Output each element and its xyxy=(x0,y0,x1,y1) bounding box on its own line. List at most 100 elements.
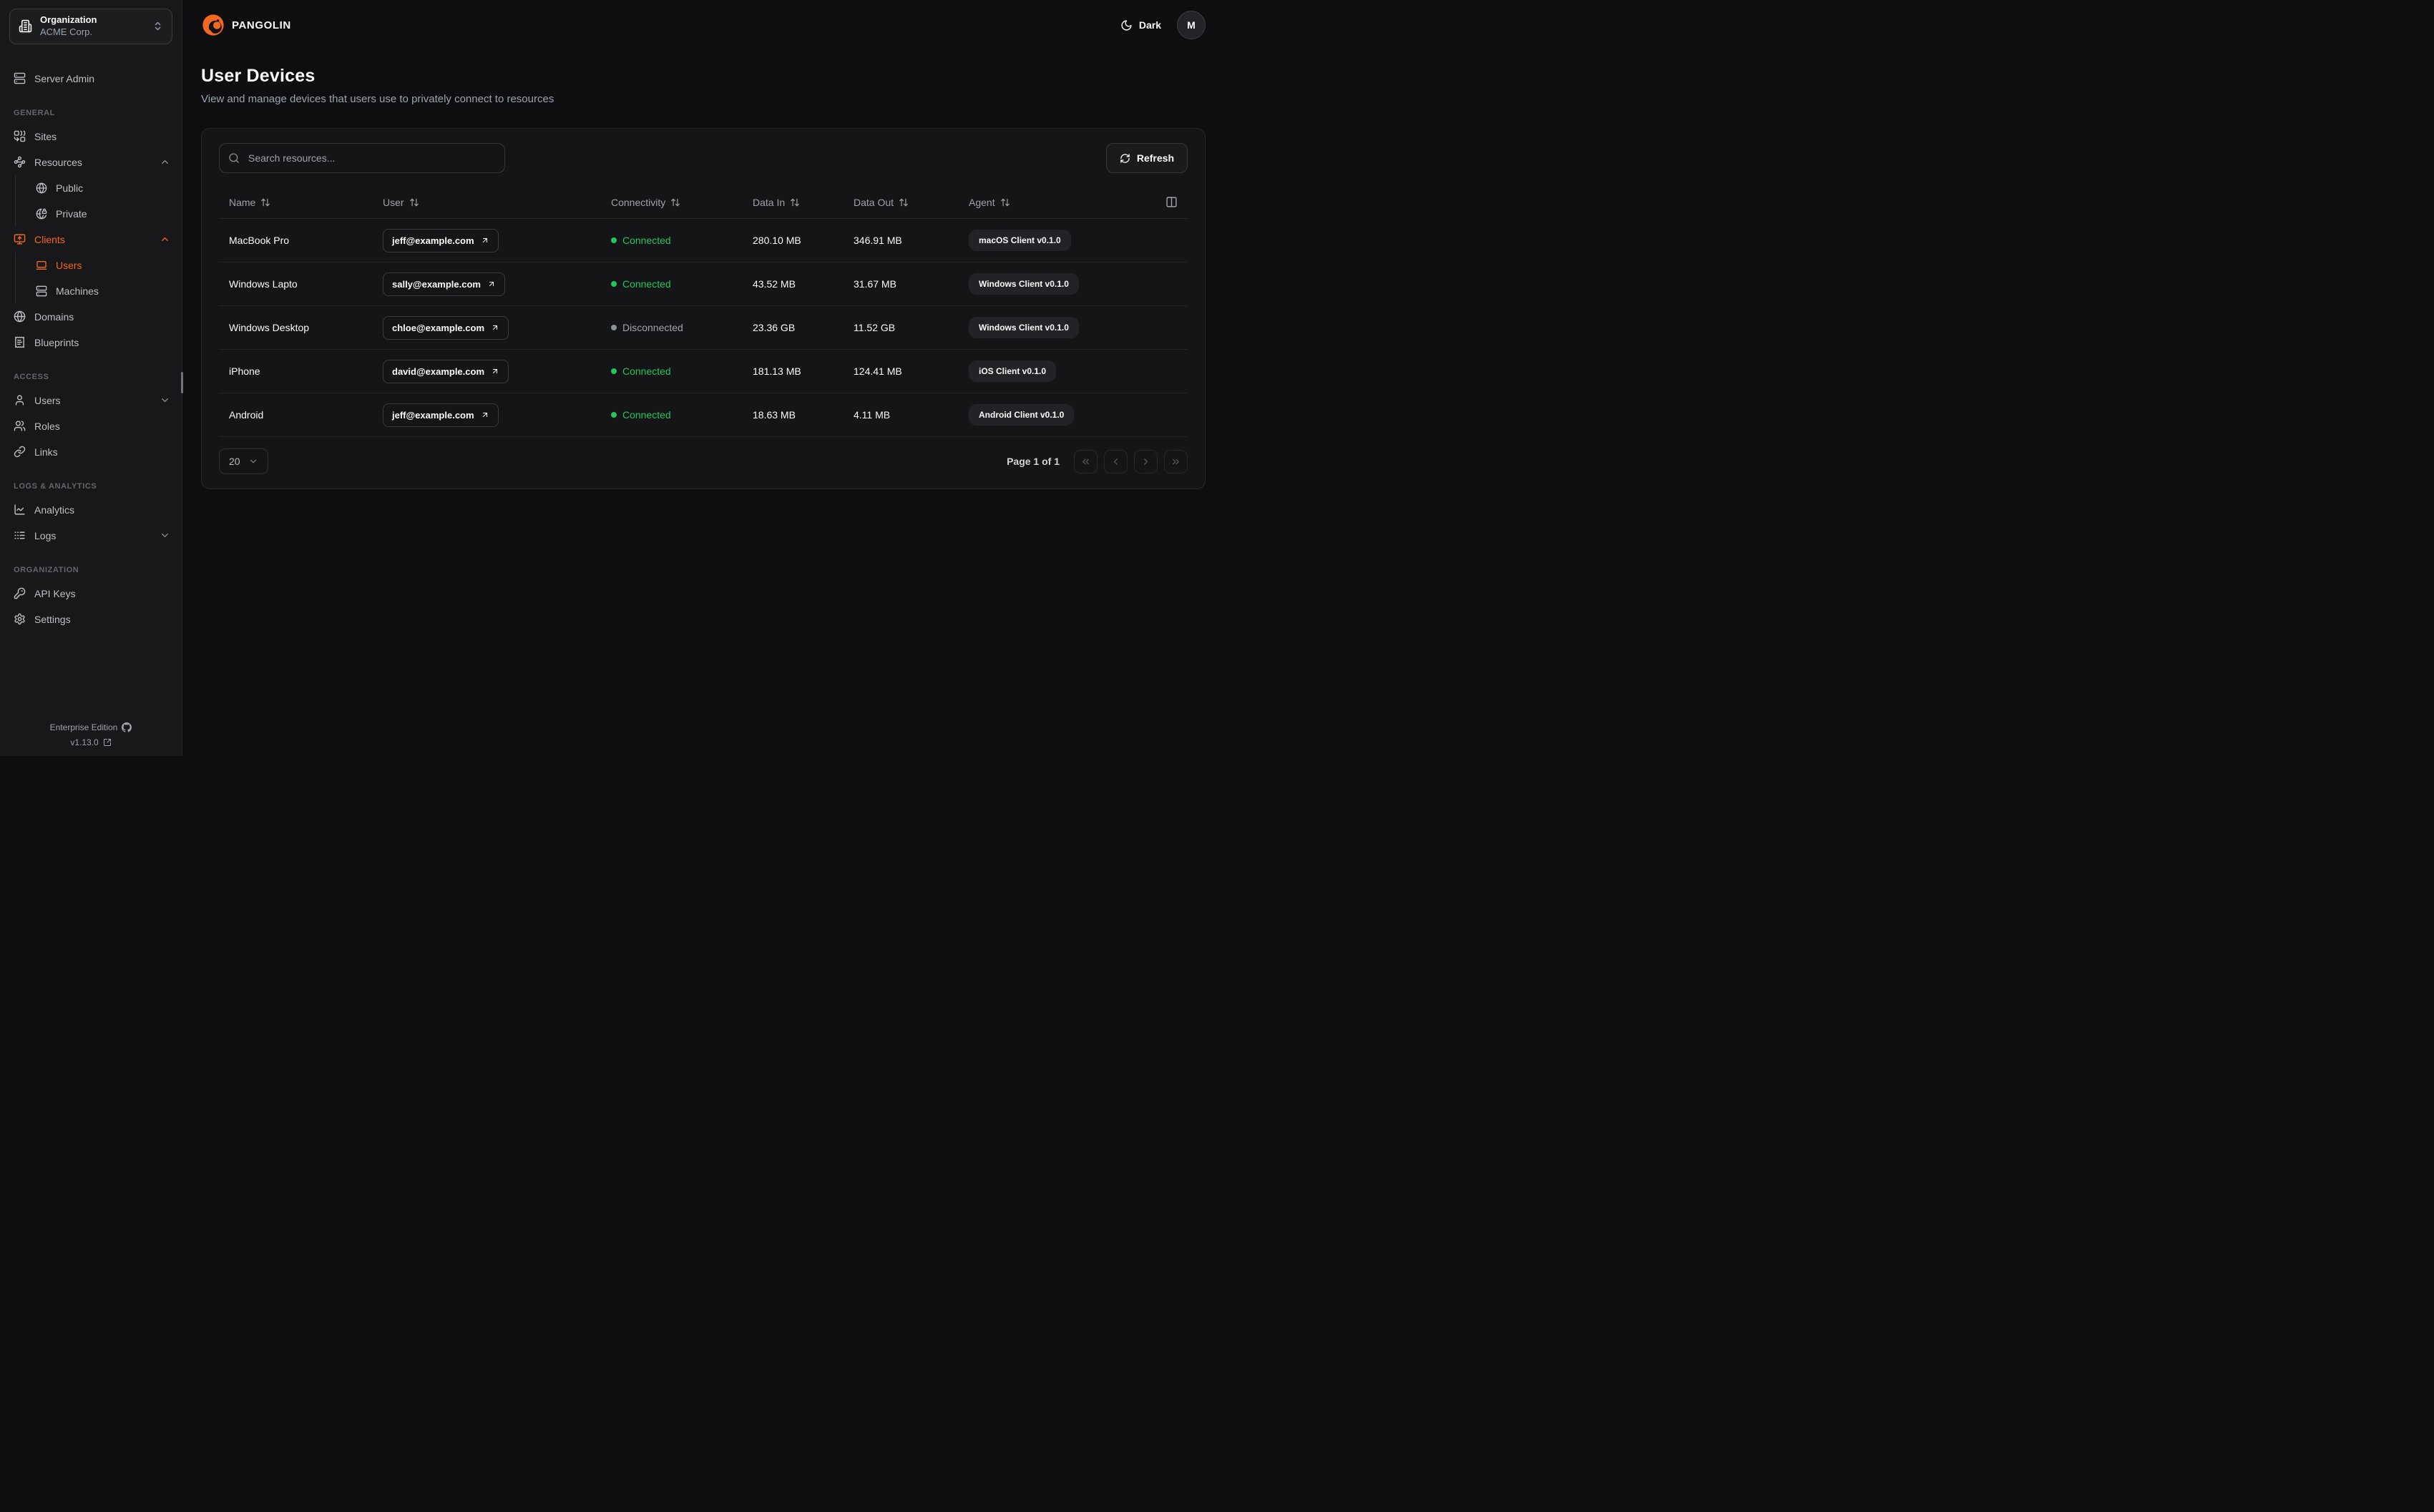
user-cell: sally@example.com xyxy=(383,272,611,296)
sidebar-item-label: Public xyxy=(56,182,84,194)
status-label: Connected xyxy=(622,365,671,377)
topbar-right: Dark M xyxy=(1120,11,1206,39)
gear-icon xyxy=(14,613,25,625)
user-cell: david@example.com xyxy=(383,359,611,383)
user-link-button[interactable]: david@example.com xyxy=(383,359,509,383)
sidebar-item-sites[interactable]: Sites xyxy=(0,124,182,149)
sidebar-resize-handle[interactable] xyxy=(181,372,183,393)
avatar[interactable]: M xyxy=(1177,11,1206,39)
sidebar-item-private[interactable]: Private xyxy=(16,201,182,227)
sidebar-item-resources[interactable]: Resources xyxy=(0,149,182,175)
sidebar-item-label: Domains xyxy=(34,310,74,323)
external-link-icon xyxy=(103,739,111,746)
theme-toggle[interactable]: Dark xyxy=(1120,19,1161,31)
page-size-select[interactable]: 20 xyxy=(219,448,268,474)
section-label-logs-analytics: LOGS & ANALYTICS xyxy=(14,481,97,491)
sidebar-item-links[interactable]: Links xyxy=(0,439,182,465)
sidebar-item-label: Users xyxy=(56,259,82,271)
search-input[interactable] xyxy=(219,143,505,173)
brand-name: PANGOLIN xyxy=(232,19,291,31)
receipt-icon xyxy=(15,336,24,348)
next-page-button[interactable] xyxy=(1134,449,1158,473)
refresh-label: Refresh xyxy=(1136,152,1174,164)
sidebar-item-label: Links xyxy=(34,446,58,458)
page-content: User Devices View and manage devices tha… xyxy=(182,50,1217,489)
user-link-button[interactable]: chloe@example.com xyxy=(383,315,509,340)
sidebar-item-client-users[interactable]: Users xyxy=(16,252,182,278)
sidebar-nav: Server Admin GENERAL Sites Resources Pub… xyxy=(0,44,182,722)
arrow-up-right-icon xyxy=(493,325,498,330)
sidebar-item-analytics[interactable]: Analytics xyxy=(0,497,182,523)
first-page-button[interactable] xyxy=(1074,449,1098,473)
sidebar: Organization ACME Corp. Server Admin GEN… xyxy=(0,0,183,756)
sort-icon xyxy=(261,198,270,206)
columns-button[interactable] xyxy=(1165,196,1178,208)
agent-badge: macOS Client v0.1.0 xyxy=(969,230,1071,251)
column-visibility-cell xyxy=(1149,196,1178,208)
sidebar-item-logs[interactable]: Logs xyxy=(0,523,182,549)
chevron-right-icon xyxy=(1144,458,1148,465)
globe-icon xyxy=(36,182,47,194)
sidebar-item-server-admin[interactable]: Server Admin xyxy=(0,66,182,92)
sidebar-item-machines[interactable]: Machines xyxy=(16,278,182,304)
sidebar-item-roles[interactable]: Roles xyxy=(0,413,182,439)
column-header-connectivity[interactable]: Connectivity xyxy=(611,197,753,208)
sidebar-item-public[interactable]: Public xyxy=(16,175,182,201)
status-label: Connected xyxy=(622,235,671,246)
pager-buttons xyxy=(1074,449,1188,473)
user-cell: jeff@example.com xyxy=(383,403,611,427)
column-header-agent[interactable]: Agent xyxy=(969,197,1149,208)
status-label: Connected xyxy=(622,409,671,421)
device-name: Windows Desktop xyxy=(229,322,310,333)
user-email: sally@example.com xyxy=(392,278,481,290)
data-out-value: 31.67 MB xyxy=(854,278,896,290)
agent-cell: Windows Client v0.1.0 xyxy=(969,273,1149,295)
user-link-button[interactable]: jeff@example.com xyxy=(383,228,499,252)
org-switcher[interactable]: Organization ACME Corp. xyxy=(9,9,172,44)
table-row: Android jeff@example.com Connected 18.63… xyxy=(219,393,1188,437)
key-icon xyxy=(14,587,26,599)
section-label-general: GENERAL xyxy=(14,108,55,117)
user-link-button[interactable]: sally@example.com xyxy=(383,272,505,296)
status-label: Disconnected xyxy=(622,322,683,333)
device-name: MacBook Pro xyxy=(229,235,290,246)
user-email: david@example.com xyxy=(392,365,485,377)
devices-card: Refresh Name User Connectivity xyxy=(201,128,1206,489)
pangolin-logo-icon xyxy=(202,14,224,36)
sidebar-item-label: API Keys xyxy=(34,587,76,599)
sites-icon xyxy=(14,130,26,142)
agent-cell: iOS Client v0.1.0 xyxy=(969,360,1149,382)
sidebar-item-api-keys[interactable]: API Keys xyxy=(0,581,182,607)
sidebar-item-settings[interactable]: Settings xyxy=(0,607,182,632)
refresh-button[interactable]: Refresh xyxy=(1105,143,1188,173)
status-label: Connected xyxy=(622,278,671,290)
topbar: PANGOLIN Dark M xyxy=(182,0,1217,50)
column-header-user[interactable]: User xyxy=(383,197,611,208)
section-label-organization: ORGANIZATION xyxy=(14,565,79,574)
column-header-data-out[interactable]: Data Out xyxy=(854,197,969,208)
sidebar-item-domains[interactable]: Domains xyxy=(0,304,182,330)
user-cell: chloe@example.com xyxy=(383,315,611,340)
user-link-button[interactable]: jeff@example.com xyxy=(383,403,499,427)
brand[interactable]: PANGOLIN xyxy=(201,13,291,37)
sort-icon xyxy=(791,198,799,206)
sidebar-item-clients[interactable]: Clients xyxy=(0,227,182,252)
data-in-value: 181.13 MB xyxy=(753,365,801,377)
sidebar-item-access-users[interactable]: Users xyxy=(0,388,182,413)
column-header-name[interactable]: Name xyxy=(229,197,383,208)
device-name: iPhone xyxy=(229,365,260,377)
last-page-button[interactable] xyxy=(1164,449,1188,473)
sidebar-item-label: Logs xyxy=(34,529,57,541)
agent-cell: Windows Client v0.1.0 xyxy=(969,317,1149,338)
link-icon xyxy=(14,446,26,458)
column-label: Connectivity xyxy=(611,196,666,208)
edition-link[interactable]: Enterprise Edition xyxy=(50,722,132,732)
version-link[interactable]: v1.13.0 xyxy=(70,737,111,747)
data-out-value: 346.91 MB xyxy=(854,235,902,246)
sidebar-item-blueprints[interactable]: Blueprints xyxy=(0,330,182,355)
previous-page-button[interactable] xyxy=(1104,449,1128,473)
edition-label: Enterprise Edition xyxy=(49,722,118,732)
chevron-up-icon xyxy=(162,237,168,242)
column-header-data-in[interactable]: Data In xyxy=(753,197,854,208)
connectivity-status: Connected xyxy=(611,235,753,246)
